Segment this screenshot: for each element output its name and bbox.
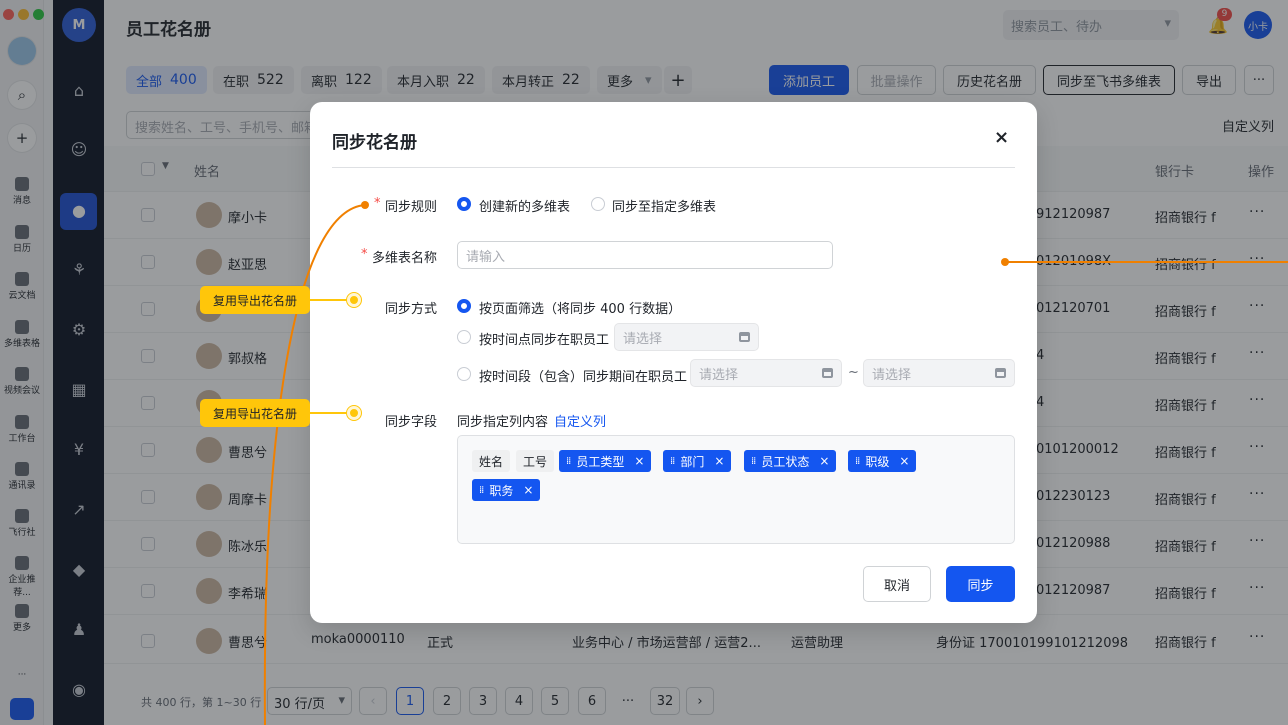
calendar-icon [739, 332, 750, 342]
dialog-title: 同步花名册 [332, 133, 417, 153]
annotation-label: 复用导出花名册 [200, 399, 310, 427]
calendar-icon [822, 368, 833, 378]
sync-confirm-button[interactable]: 同步 [946, 566, 1015, 602]
annotation-dot [347, 406, 361, 420]
tag-field[interactable]: ⁞⁞ 职级 × [848, 450, 917, 472]
drag-handle-icon[interactable]: ⁞⁞ [670, 456, 675, 467]
close-icon[interactable]: × [994, 127, 1009, 148]
calendar-icon [995, 368, 1006, 378]
remove-tag-icon[interactable]: × [634, 454, 644, 468]
sync-mode-label: 同步方式 [385, 302, 438, 317]
sync-rule-label: 同步规则 [385, 200, 438, 215]
base-name-input[interactable]: 请输入 [457, 241, 833, 269]
range-separator: ~ [848, 365, 859, 380]
tag-fixed: 工号 [516, 450, 555, 472]
mode-filter-radio[interactable] [457, 299, 471, 313]
annotation-dot [347, 293, 361, 307]
mode-range-label[interactable]: 按时间段（包含）同步期间在职员工 [479, 366, 687, 385]
remove-tag-icon[interactable]: × [714, 454, 724, 468]
remove-tag-icon[interactable]: × [819, 454, 829, 468]
tag-field[interactable]: ⁞⁞ 员工类型 × [559, 450, 652, 472]
sync-field-desc: 同步指定列内容 [457, 415, 549, 430]
tag-fixed: 姓名 [472, 450, 511, 472]
tag-field[interactable]: ⁞⁞ 部门 × [663, 450, 732, 472]
custom-columns-link[interactable]: 自定义列 [554, 411, 606, 430]
rule-existing-radio[interactable] [591, 197, 605, 211]
base-name-label: 多维表名称 [372, 251, 438, 266]
range-start-picker[interactable]: 请选择 [690, 359, 842, 387]
field-tag-box[interactable]: 姓名 工号 ⁞⁞ 员工类型 × ⁞⁞ 部门 × ⁞⁞ 员工状态 × ⁞⁞ 职级 × ⁞⁞ 职务 × [457, 435, 1015, 544]
sync-roster-dialog: 同步花名册 × * 同步规则 创建新的多维表 同步至指定多维表 * 多维表名称 … [310, 102, 1037, 623]
rule-existing-label[interactable]: 同步至指定多维表 [612, 196, 716, 215]
drag-handle-icon[interactable]: ⁞⁞ [479, 485, 484, 496]
mode-range-radio[interactable] [457, 367, 471, 381]
annotation-label: 复用导出花名册 [200, 286, 310, 314]
remove-tag-icon[interactable]: × [523, 483, 533, 497]
sync-field-label: 同步字段 [385, 415, 438, 430]
point-date-picker[interactable]: 请选择 [614, 323, 759, 351]
tag-field[interactable]: ⁞⁞ 职务 × [472, 479, 541, 501]
rule-new-label[interactable]: 创建新的多维表 [479, 196, 570, 215]
tag-field[interactable]: ⁞⁞ 员工状态 × [744, 450, 837, 472]
mode-point-label[interactable]: 按时间点同步在职员工 [479, 329, 609, 348]
drag-handle-icon[interactable]: ⁞⁞ [751, 456, 756, 467]
mode-point-radio[interactable] [457, 330, 471, 344]
cancel-button[interactable]: 取消 [863, 566, 931, 602]
drag-handle-icon[interactable]: ⁞⁞ [566, 456, 571, 467]
range-end-picker[interactable]: 请选择 [863, 359, 1015, 387]
rule-new-radio[interactable] [457, 197, 471, 211]
drag-handle-icon[interactable]: ⁞⁞ [855, 456, 860, 467]
mode-filter-label[interactable]: 按页面筛选（将同步 400 行数据） [479, 298, 681, 317]
divider [332, 167, 1015, 168]
remove-tag-icon[interactable]: × [899, 454, 909, 468]
